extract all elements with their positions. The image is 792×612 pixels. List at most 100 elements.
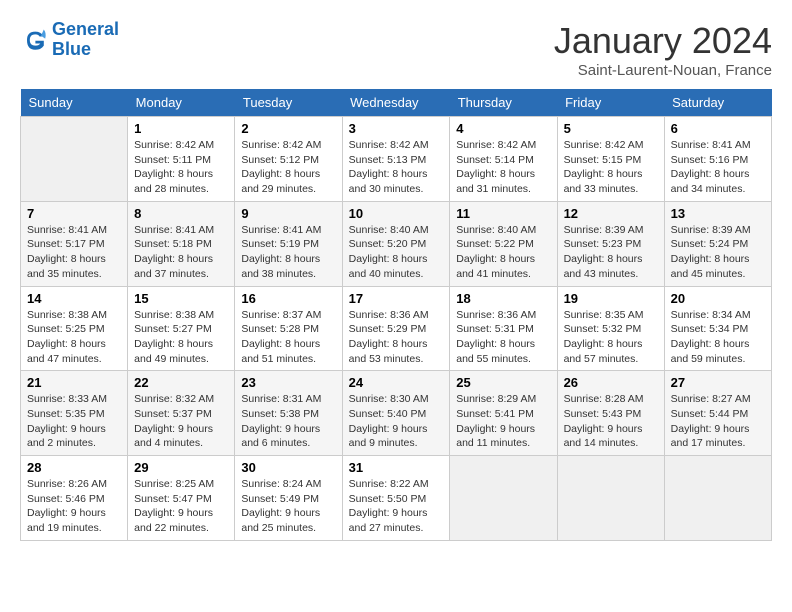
calendar-cell <box>450 456 557 541</box>
calendar-cell: 15Sunrise: 8:38 AMSunset: 5:27 PMDayligh… <box>128 286 235 371</box>
day-info: Sunrise: 8:40 AMSunset: 5:20 PMDaylight:… <box>349 223 444 282</box>
day-info: Sunrise: 8:42 AMSunset: 5:14 PMDaylight:… <box>456 138 550 197</box>
week-row-1: 1 Sunrise: 8:42 AMSunset: 5:11 PMDaylight… <box>21 117 772 202</box>
day-info: Sunrise: 8:41 AMSunset: 5:19 PMDaylight:… <box>241 223 335 282</box>
day-number: 22 <box>134 375 228 390</box>
day-number: 4 <box>456 121 550 136</box>
calendar-cell: 8Sunrise: 8:41 AMSunset: 5:18 PMDaylight… <box>128 201 235 286</box>
calendar-cell: 18 Sunrise: 8:36 AMSunset: 5:31 PMDayligh… <box>450 286 557 371</box>
day-info: Sunrise: 8:29 AMSunset: 5:41 PMDaylight:… <box>456 392 550 451</box>
day-number: 21 <box>27 375 121 390</box>
calendar-cell: 4 Sunrise: 8:42 AMSunset: 5:14 PMDaylight… <box>450 117 557 202</box>
day-number: 5 <box>564 121 658 136</box>
day-info: Sunrise: 8:39 AMSunset: 5:24 PMDaylight:… <box>671 223 765 282</box>
day-number: 13 <box>671 206 765 221</box>
day-info: Sunrise: 8:24 AMSunset: 5:49 PMDaylight:… <box>241 477 335 536</box>
calendar-cell: 30 Sunrise: 8:24 AMSunset: 5:49 PMDayligh… <box>235 456 342 541</box>
day-number: 17 <box>349 291 444 306</box>
day-number: 26 <box>564 375 658 390</box>
day-info: Sunrise: 8:38 AMSunset: 5:25 PMDaylight:… <box>27 308 121 367</box>
day-number: 16 <box>241 291 335 306</box>
day-info: Sunrise: 8:26 AMSunset: 5:46 PMDaylight:… <box>27 477 121 536</box>
week-row-4: 21 Sunrise: 8:33 AMSunset: 5:35 PMDayligh… <box>21 371 772 456</box>
day-number: 19 <box>564 291 658 306</box>
day-info: Sunrise: 8:37 AMSunset: 5:28 PMDaylight:… <box>241 308 335 367</box>
calendar-cell: 14 Sunrise: 8:38 AMSunset: 5:25 PMDayligh… <box>21 286 128 371</box>
calendar-cell: 13 Sunrise: 8:39 AMSunset: 5:24 PMDayligh… <box>664 201 771 286</box>
weekday-header-wednesday: Wednesday <box>342 89 450 117</box>
day-number: 10 <box>349 206 444 221</box>
calendar-cell <box>664 456 771 541</box>
day-number: 18 <box>456 291 550 306</box>
day-number: 3 <box>349 121 444 136</box>
day-number: 14 <box>27 291 121 306</box>
calendar-cell: 17 Sunrise: 8:36 AMSunset: 5:29 PMDayligh… <box>342 286 450 371</box>
weekday-header-row: SundayMondayTuesdayWednesdayThursdayFrid… <box>21 89 772 117</box>
logo-icon <box>20 26 48 54</box>
calendar-cell: 23 Sunrise: 8:31 AMSunset: 5:38 PMDayligh… <box>235 371 342 456</box>
day-info: Sunrise: 8:35 AMSunset: 5:32 PMDaylight:… <box>564 308 658 367</box>
day-number: 31 <box>349 460 444 475</box>
day-info: Sunrise: 8:42 AMSunset: 5:12 PMDaylight:… <box>241 138 335 197</box>
week-row-3: 14 Sunrise: 8:38 AMSunset: 5:25 PMDayligh… <box>21 286 772 371</box>
day-number: 1 <box>134 121 228 136</box>
day-number: 23 <box>241 375 335 390</box>
day-number: 9 <box>241 206 335 221</box>
day-number: 28 <box>27 460 121 475</box>
calendar-cell: 11Sunrise: 8:40 AMSunset: 5:22 PMDayligh… <box>450 201 557 286</box>
day-number: 27 <box>671 375 765 390</box>
day-number: 11 <box>456 206 550 221</box>
calendar-cell: 26 Sunrise: 8:28 AMSunset: 5:43 PMDayligh… <box>557 371 664 456</box>
day-info: Sunrise: 8:36 AMSunset: 5:29 PMDaylight:… <box>349 308 444 367</box>
day-info: Sunrise: 8:34 AMSunset: 5:34 PMDaylight:… <box>671 308 765 367</box>
calendar-cell: 31Sunrise: 8:22 AMSunset: 5:50 PMDayligh… <box>342 456 450 541</box>
day-info: Sunrise: 8:25 AMSunset: 5:47 PMDaylight:… <box>134 477 228 536</box>
calendar-cell <box>557 456 664 541</box>
calendar-cell: 12Sunrise: 8:39 AMSunset: 5:23 PMDayligh… <box>557 201 664 286</box>
calendar-table: SundayMondayTuesdayWednesdayThursdayFrid… <box>20 89 772 541</box>
day-number: 15 <box>134 291 228 306</box>
day-number: 24 <box>349 375 444 390</box>
calendar-cell: 9 Sunrise: 8:41 AMSunset: 5:19 PMDaylight… <box>235 201 342 286</box>
calendar-cell: 6Sunrise: 8:41 AMSunset: 5:16 PMDaylight… <box>664 117 771 202</box>
logo-text: General Blue <box>52 20 119 60</box>
calendar-cell: 22 Sunrise: 8:32 AMSunset: 5:37 PMDayligh… <box>128 371 235 456</box>
logo: General Blue <box>20 20 119 60</box>
day-number: 29 <box>134 460 228 475</box>
day-number: 20 <box>671 291 765 306</box>
calendar-cell: 27Sunrise: 8:27 AMSunset: 5:44 PMDayligh… <box>664 371 771 456</box>
day-info: Sunrise: 8:32 AMSunset: 5:37 PMDaylight:… <box>134 392 228 451</box>
calendar-cell: 3 Sunrise: 8:42 AMSunset: 5:13 PMDaylight… <box>342 117 450 202</box>
day-info: Sunrise: 8:31 AMSunset: 5:38 PMDaylight:… <box>241 392 335 451</box>
calendar-cell: 29 Sunrise: 8:25 AMSunset: 5:47 PMDayligh… <box>128 456 235 541</box>
day-number: 30 <box>241 460 335 475</box>
calendar-cell: 20 Sunrise: 8:34 AMSunset: 5:34 PMDayligh… <box>664 286 771 371</box>
week-row-2: 7Sunrise: 8:41 AMSunset: 5:17 PMDaylight… <box>21 201 772 286</box>
day-info: Sunrise: 8:42 AMSunset: 5:11 PMDaylight:… <box>134 138 228 197</box>
day-info: Sunrise: 8:28 AMSunset: 5:43 PMDaylight:… <box>564 392 658 451</box>
day-info: Sunrise: 8:33 AMSunset: 5:35 PMDaylight:… <box>27 392 121 451</box>
calendar-cell: 5 Sunrise: 8:42 AMSunset: 5:15 PMDaylight… <box>557 117 664 202</box>
calendar-cell: 7Sunrise: 8:41 AMSunset: 5:17 PMDaylight… <box>21 201 128 286</box>
day-info: Sunrise: 8:39 AMSunset: 5:23 PMDaylight:… <box>564 223 658 282</box>
day-info: Sunrise: 8:42 AMSunset: 5:13 PMDaylight:… <box>349 138 444 197</box>
week-row-5: 28 Sunrise: 8:26 AMSunset: 5:46 PMDayligh… <box>21 456 772 541</box>
calendar-cell: 16 Sunrise: 8:37 AMSunset: 5:28 PMDayligh… <box>235 286 342 371</box>
calendar-cell <box>21 117 128 202</box>
calendar-cell: 19 Sunrise: 8:35 AMSunset: 5:32 PMDayligh… <box>557 286 664 371</box>
day-number: 8 <box>134 206 228 221</box>
calendar-cell: 1 Sunrise: 8:42 AMSunset: 5:11 PMDaylight… <box>128 117 235 202</box>
weekday-header-tuesday: Tuesday <box>235 89 342 117</box>
calendar-cell: 24 Sunrise: 8:30 AMSunset: 5:40 PMDayligh… <box>342 371 450 456</box>
day-info: Sunrise: 8:41 AMSunset: 5:16 PMDaylight:… <box>671 138 765 197</box>
day-number: 7 <box>27 206 121 221</box>
weekday-header-monday: Monday <box>128 89 235 117</box>
calendar-cell: 28 Sunrise: 8:26 AMSunset: 5:46 PMDayligh… <box>21 456 128 541</box>
day-info: Sunrise: 8:30 AMSunset: 5:40 PMDaylight:… <box>349 392 444 451</box>
day-info: Sunrise: 8:36 AMSunset: 5:31 PMDaylight:… <box>456 308 550 367</box>
calendar-cell: 21 Sunrise: 8:33 AMSunset: 5:35 PMDayligh… <box>21 371 128 456</box>
month-title: January 2024 <box>554 20 772 62</box>
weekday-header-friday: Friday <box>557 89 664 117</box>
calendar-cell: 25Sunrise: 8:29 AMSunset: 5:41 PMDayligh… <box>450 371 557 456</box>
day-info: Sunrise: 8:42 AMSunset: 5:15 PMDaylight:… <box>564 138 658 197</box>
